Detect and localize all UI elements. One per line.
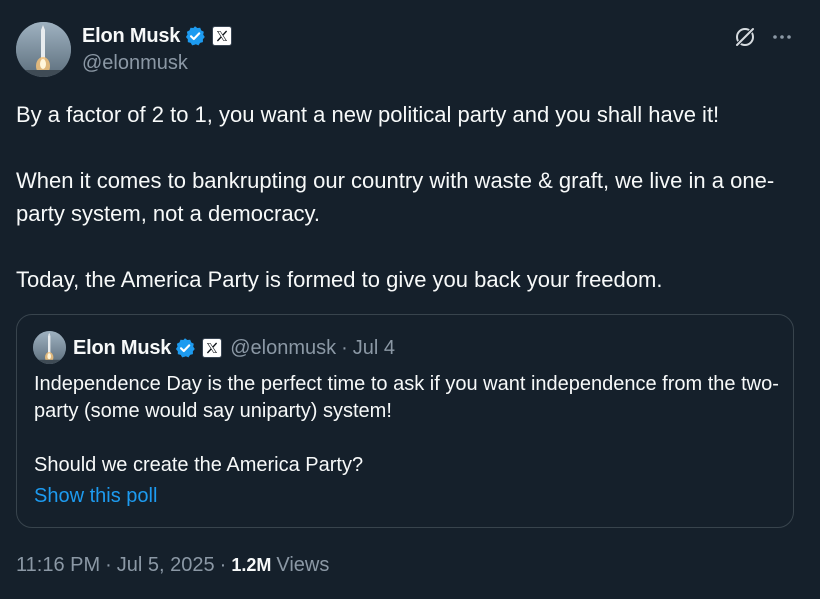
tweet-time[interactable]: 11:16 PM <box>16 554 100 577</box>
meta-separator: · <box>105 554 112 576</box>
show-poll-link[interactable]: Show this poll <box>34 485 157 508</box>
x-logo-icon[interactable] <box>212 26 233 46</box>
views-label: Views <box>276 554 330 576</box>
verified-badge-icon[interactable] <box>184 25 206 47</box>
quoted-header: Elon Musk @elonmusk · Jul 4 <box>73 335 395 361</box>
author-avatar[interactable] <box>16 22 71 77</box>
quoted-date: Jul 4 <box>352 336 396 359</box>
tweet-meta: 11:16 PM · Jul 5, 2025 · 1.2M Views <box>16 554 329 577</box>
more-icon[interactable] <box>770 25 794 49</box>
tweet-paragraph: By a factor of 2 to 1, you want a new po… <box>16 102 720 127</box>
tweet-paragraph: Today, the America Party is formed to gi… <box>16 267 663 292</box>
meta-separator: · <box>219 554 227 576</box>
author-display-name[interactable]: Elon Musk <box>82 25 180 48</box>
quoted-author-handle: @elonmusk <box>230 336 337 359</box>
author-handle[interactable]: @elonmusk <box>82 52 188 75</box>
grok-icon[interactable] <box>733 25 757 49</box>
quoted-author-display-name[interactable]: Elon Musk <box>73 337 171 360</box>
verified-badge-icon <box>174 337 196 359</box>
quoted-author-avatar[interactable] <box>33 331 66 364</box>
author-name-row: Elon Musk <box>82 23 233 49</box>
tweet-date[interactable]: Jul 5, 2025 <box>117 554 215 577</box>
tweet-card: Elon Musk @elonmusk By a factor of 2 to … <box>0 0 820 599</box>
tweet-text: By a factor of 2 to 1, you want a new po… <box>16 98 806 296</box>
quoted-paragraph: Should we create the America Party? <box>34 454 364 476</box>
quoted-paragraph: Independence Day is the perfect time to … <box>34 373 779 422</box>
views-count: 1.2M <box>231 555 272 575</box>
x-logo-icon <box>202 338 223 358</box>
quoted-separator: · <box>341 336 348 359</box>
tweet-paragraph: When it comes to bankrupting our country… <box>16 168 775 226</box>
quoted-tweet-card[interactable]: Elon Musk @elonmusk · Jul 4 Independence… <box>16 314 794 528</box>
quoted-tweet-text: Independence Day is the perfect time to … <box>34 371 779 479</box>
